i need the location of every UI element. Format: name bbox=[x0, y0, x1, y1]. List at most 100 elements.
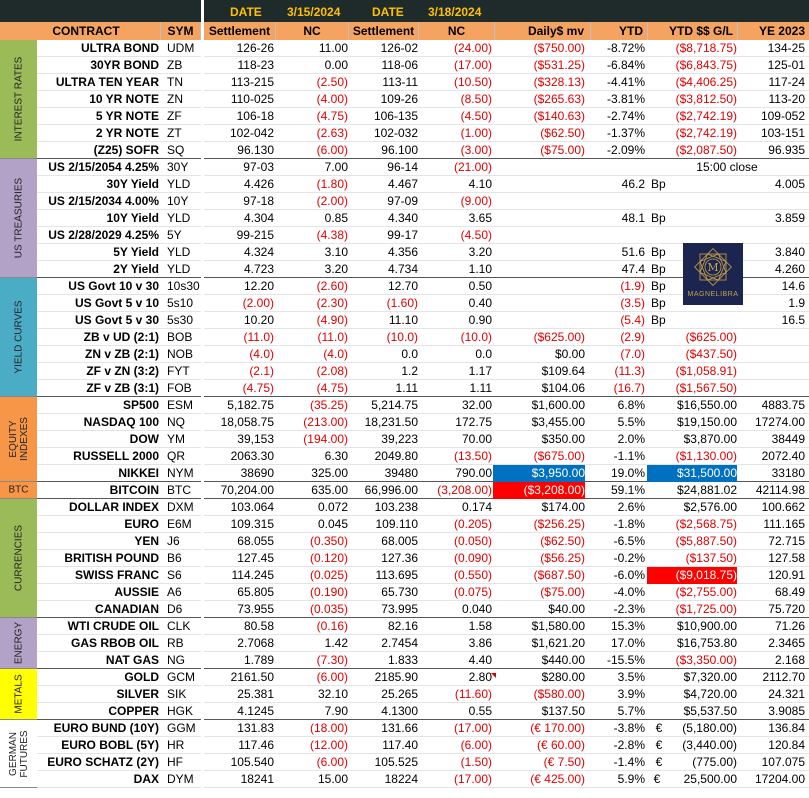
cell-sym: YM bbox=[167, 432, 185, 446]
cell-n2: (0.075) bbox=[453, 585, 492, 599]
logo-text: MAGNELIBRA bbox=[687, 291, 739, 298]
comment-marker bbox=[491, 673, 496, 678]
cell-s1: 127.45 bbox=[237, 551, 274, 565]
cell-s1: (2.1) bbox=[249, 364, 274, 378]
cell-ye: 1.9 bbox=[788, 296, 805, 310]
header-settlement-2: Settlement bbox=[349, 22, 419, 40]
cell-ytd: -6.0% bbox=[613, 568, 645, 582]
cell-name: US Govt 5 v 10 bbox=[74, 296, 159, 310]
cell-name: US 2/15/2054 4.25% bbox=[48, 160, 159, 174]
table-row: CANADIAN D6 73.955 (0.035) 73.995 0.040 $40.00… bbox=[37, 601, 809, 618]
cell-yg: $2,576.00 bbox=[683, 500, 737, 514]
cell-ytd: 2.0% bbox=[617, 432, 645, 446]
cell-s1: 99-215 bbox=[236, 228, 274, 242]
cell-sym: J6 bbox=[167, 534, 180, 548]
cell-s1: 103.064 bbox=[230, 500, 274, 514]
cell-s1: 4.304 bbox=[243, 211, 274, 225]
cell-dm: ($675.00) bbox=[533, 449, 585, 463]
cell-n1: 3.10 bbox=[324, 245, 348, 259]
cell-ye bbox=[737, 159, 805, 176]
cell-yg: ($437.50) bbox=[685, 347, 737, 361]
cell-sym: BOB bbox=[167, 330, 193, 344]
cell-dm: ($75.00) bbox=[540, 143, 585, 157]
cell-n2: 0.040 bbox=[461, 602, 492, 616]
cell-n2: 1.58 bbox=[468, 619, 492, 633]
cell-ye: 16.5 bbox=[781, 313, 805, 327]
table-row: GAS RBOB OIL RB 2.7068 1.42 2.7454 3.86 $1,621… bbox=[37, 635, 809, 652]
cell-ye: 4.260 bbox=[774, 262, 805, 276]
table-row: BITCOIN BTC 70,204.00 635.00 66,996.00 (3,208… bbox=[37, 482, 809, 499]
cell-yg: $7,320.00 bbox=[683, 670, 737, 684]
cell-s1: 5,182.75 bbox=[227, 398, 274, 412]
cell-ye: 2.3465 bbox=[768, 636, 805, 650]
cell-ytd: -2.74% bbox=[606, 109, 645, 123]
cell-n2: (0.550) bbox=[453, 568, 492, 582]
cell-s2: 25.265 bbox=[381, 687, 418, 701]
cell-s1: (2.00) bbox=[242, 296, 274, 310]
cell-sym: E6M bbox=[167, 517, 192, 531]
cell-n1: (4.00) bbox=[316, 92, 348, 106]
cell-sym: FOB bbox=[167, 381, 192, 395]
cell-ye: 4883.75 bbox=[761, 398, 805, 412]
cell-name: WTI CRUDE OIL bbox=[67, 619, 159, 633]
cell-s2: 96-14 bbox=[387, 160, 418, 174]
table-row: 30YR BOND ZB 118-23 0.00 118-06 (17.00) ($531.… bbox=[37, 57, 809, 74]
spreadsheet: DATE 3/15/2024 DATE 3/18/2024 CONTRACT S… bbox=[0, 0, 809, 798]
cell-name: 5Y Yield bbox=[113, 245, 159, 259]
cell-ye: 134-25 bbox=[767, 41, 805, 55]
cell-yg: ($4,406.25) bbox=[675, 75, 737, 89]
cell-sym: ZF bbox=[167, 109, 182, 123]
cell-ye: 3.859 bbox=[774, 211, 805, 225]
cell-sym: ESM bbox=[167, 398, 194, 412]
table-row: SP500 ESM 5,182.75 (35.25) 5,214.75 32.00 $1,6… bbox=[37, 397, 809, 414]
cell-ye: 75.720 bbox=[768, 602, 805, 616]
table-row: BRITISH POUND B6 127.45 (0.120) 127.36 (0.090… bbox=[37, 550, 809, 567]
cell-s2: 2049.80 bbox=[374, 449, 418, 463]
cell-ytd bbox=[585, 193, 645, 210]
cell-ye: 125-01 bbox=[767, 58, 805, 72]
cell-sym: DXM bbox=[167, 500, 194, 514]
cell-dm bbox=[493, 210, 585, 227]
cell-s1: 12.20 bbox=[243, 279, 274, 293]
cell-s1: 65.805 bbox=[237, 585, 274, 599]
cell-s2: 1.11 bbox=[395, 381, 418, 395]
cell-s2: 113-11 bbox=[382, 75, 418, 89]
table-row: RUSSELL 2000 QR 2063.30 6.30 2049.80 (13.50) (… bbox=[37, 448, 809, 465]
table-row: 10 YR NOTE ZN 110-025 (4.00) 109-26 (8.50) ($2… bbox=[37, 91, 809, 108]
cell-ytd: -2.3% bbox=[613, 602, 645, 616]
cell-n2: (13.50) bbox=[453, 449, 492, 463]
cell-dm: ($531.25) bbox=[533, 58, 585, 72]
cell-s2: 4.356 bbox=[387, 245, 418, 259]
cell-dm: ($265.63) bbox=[533, 92, 585, 106]
cell-ye: 3.840 bbox=[774, 245, 805, 259]
cell-s2: 18,231.50 bbox=[364, 415, 418, 429]
cell-ytd: -15.5% bbox=[606, 653, 645, 667]
cell-dm bbox=[493, 244, 585, 261]
cell-n1: (2.30) bbox=[316, 296, 348, 310]
cell-n1: (4.0) bbox=[323, 347, 348, 361]
cell-ye bbox=[737, 227, 805, 244]
cell-ytd: (16.7) bbox=[613, 381, 645, 395]
cell-ytd: (7.0) bbox=[620, 347, 645, 361]
cell-yg: ($2,755.00) bbox=[675, 585, 737, 599]
section-label-text: INTEREST RATES bbox=[13, 56, 24, 142]
cell-n2: (17.00) bbox=[453, 58, 492, 72]
cell-s2: 109.110 bbox=[375, 517, 419, 531]
cell-n2: (3,208.00) bbox=[437, 483, 492, 497]
cell-s1: 18241 bbox=[240, 772, 274, 786]
cell-dm bbox=[493, 227, 585, 244]
cell-ytd: 19.0% bbox=[610, 466, 645, 480]
cell-ytd: 15.3% bbox=[610, 619, 645, 633]
cell-ye: 136.84 bbox=[768, 721, 805, 735]
header-contract: CONTRACT bbox=[0, 22, 161, 40]
cell-n1: 6.30 bbox=[324, 449, 348, 463]
cell-dm: $137.50 bbox=[541, 704, 585, 718]
cell-name: ZF v ZN (3:2) bbox=[86, 364, 159, 378]
cell-n2: 3.65 bbox=[468, 211, 492, 225]
cell-n1: 0.045 bbox=[317, 517, 348, 531]
cell-name: EURO BOBL (5Y) bbox=[61, 738, 159, 752]
table-row: ZN v ZB (2:1) NOB (4.0) (4.0) 0.0 0.0 $0.00 (7.… bbox=[37, 346, 809, 363]
cell-ytd: 6.8% bbox=[617, 398, 645, 412]
cell-s1: 131.83 bbox=[237, 721, 274, 735]
cell-n1: 7.90 bbox=[324, 704, 348, 718]
